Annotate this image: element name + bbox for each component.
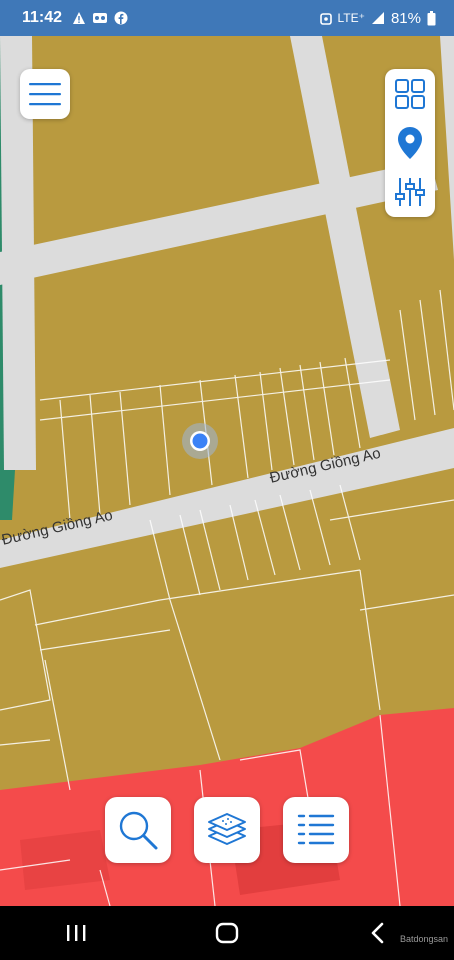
road-diagonal-upper (0, 160, 438, 285)
filter-button[interactable] (390, 172, 430, 212)
hamburger-menu-icon (29, 83, 61, 106)
my-location-button[interactable] (390, 123, 430, 163)
search-button[interactable] (105, 797, 171, 863)
voicemail-icon (93, 13, 108, 23)
filter-sliders-icon (395, 178, 425, 207)
road-far-right (440, 36, 454, 260)
home-button[interactable] (197, 913, 257, 953)
road-vertical-right (290, 36, 400, 438)
battery-label: 81% (390, 9, 421, 27)
warning-icon (73, 12, 86, 24)
alarm-icon (319, 13, 332, 25)
watermark: Batdongsan (399, 934, 448, 944)
home-icon (215, 922, 239, 944)
location-dot-core (192, 433, 208, 449)
layers-icon (208, 813, 246, 845)
search-icon (119, 811, 158, 850)
menu-button[interactable] (20, 69, 70, 119)
status-bar: 11:42 LTE⁺ 81% (0, 0, 454, 36)
map-tools-panel (385, 69, 435, 217)
grid-icon (395, 78, 425, 109)
status-time: 11:42 (22, 9, 63, 26)
recent-apps-icon (66, 925, 86, 941)
signal-icon (371, 12, 384, 24)
grid-button[interactable] (390, 74, 430, 114)
layers-button[interactable] (194, 797, 260, 863)
zone-red-shade-2 (20, 830, 110, 890)
back-icon (372, 922, 384, 944)
list-icon (297, 814, 335, 845)
system-nav-bar (0, 906, 454, 960)
back-button[interactable] (348, 913, 408, 953)
list-button[interactable] (283, 797, 349, 863)
battery-icon (427, 10, 436, 25)
network-label: LTE⁺ (337, 11, 365, 25)
facebook-icon (114, 11, 128, 25)
location-pin-icon (398, 126, 422, 159)
recent-apps-button[interactable] (46, 913, 106, 953)
